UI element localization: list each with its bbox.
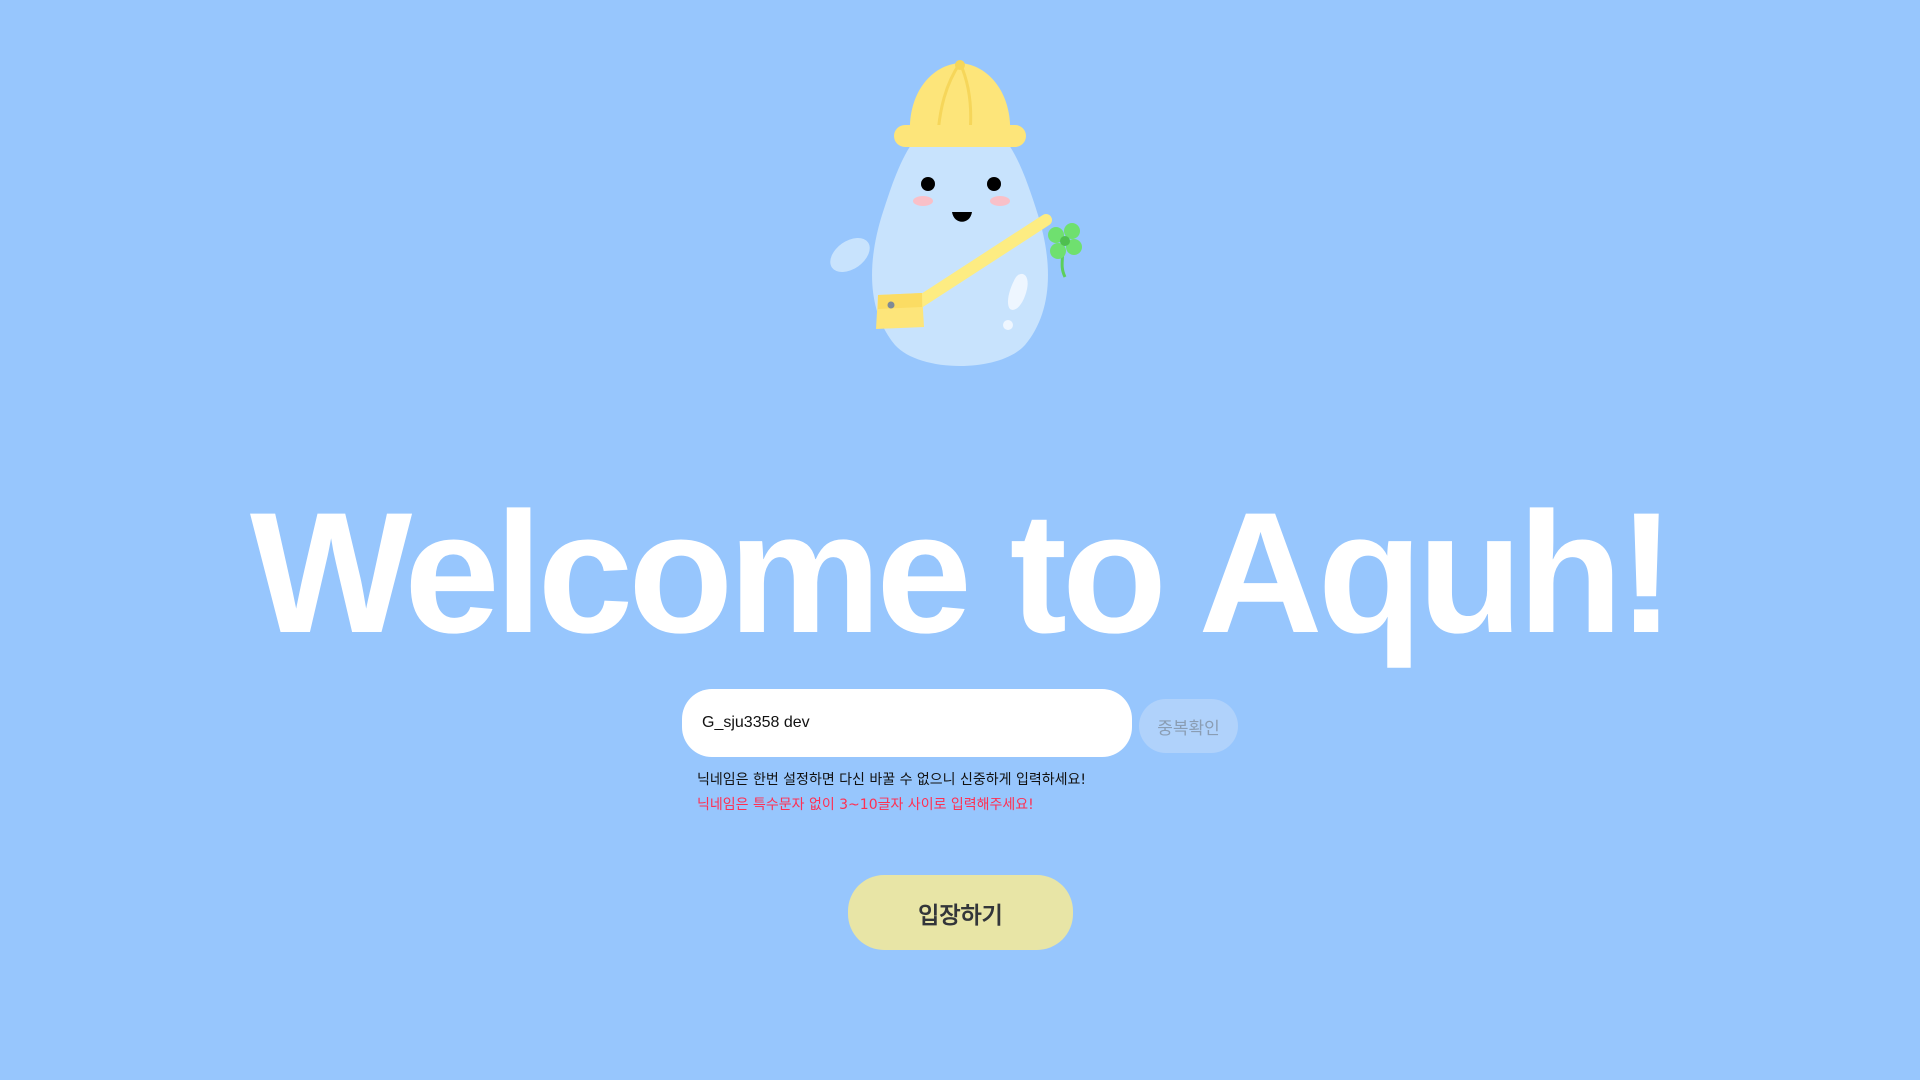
mascot-shine-dot bbox=[1003, 320, 1013, 330]
mascot-arm bbox=[830, 237, 870, 273]
nickname-input[interactable] bbox=[682, 689, 1132, 757]
mascot-left-cheek bbox=[913, 196, 933, 206]
mascot-left-eye bbox=[921, 177, 935, 191]
water-drop-mascot-icon bbox=[830, 60, 1082, 366]
crossbody-bag-icon bbox=[876, 293, 924, 329]
page-title: Welcome to Aquh! bbox=[249, 477, 1675, 669]
nickname-error-text: 닉네임은 특수문자 없이 3~10글자 사이로 입력해주세요! bbox=[697, 797, 1034, 813]
enter-button[interactable]: 입장하기 bbox=[848, 875, 1073, 950]
check-duplicate-button[interactable]: 중복확인 bbox=[1139, 699, 1238, 753]
four-leaf-clover-icon bbox=[1048, 223, 1082, 278]
welcome-page: Welcome to Aquh! 중복확인 닉네임은 한번 설정하면 다신 바꿀… bbox=[0, 0, 1920, 1080]
mascot-right-eye bbox=[987, 177, 1001, 191]
nickname-hint-text: 닉네임은 한번 설정하면 다신 바꿀 수 없으니 신중하게 입력하세요! bbox=[697, 772, 1086, 788]
mascot-right-cheek bbox=[990, 196, 1010, 206]
yellow-hat-icon bbox=[894, 60, 1026, 147]
